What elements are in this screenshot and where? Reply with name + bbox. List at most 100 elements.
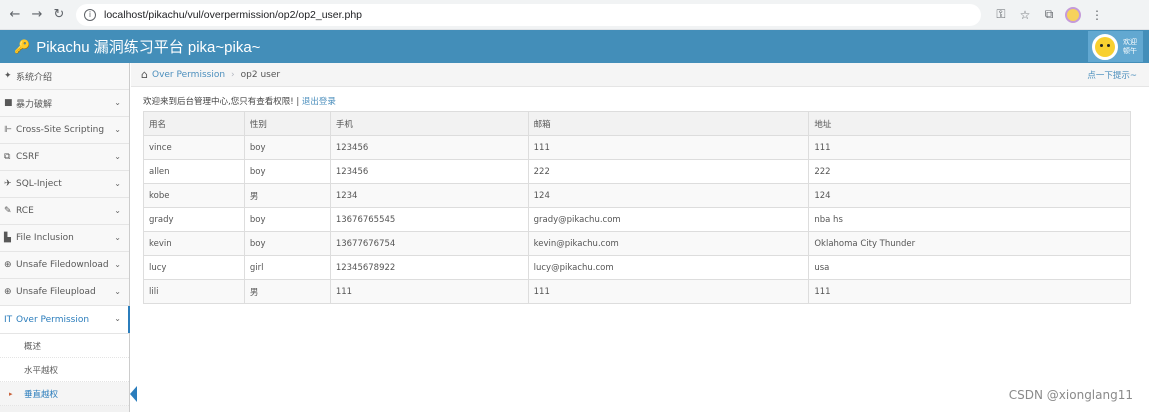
sidebar-item-file-inclusion[interactable]: ▙ File Inclusion ⌄ [0,225,129,252]
plane-icon: ✈ [4,179,12,189]
column-header: 邮箱 [527,111,810,136]
profile-avatar[interactable] [1061,4,1085,26]
chevron-down-icon: ⌄ [114,206,121,215]
user-table: 用名 性别 手机 邮箱 地址 vince boy 123456 111 111 allen boy 1… [143,111,1131,304]
chevron-down-icon: ⌄ [114,98,121,107]
table-cell: usa [808,255,1131,280]
table-cell: 111 [527,135,810,160]
download-icon: ⊕ [4,260,12,270]
caret-right-icon: ▸ [9,389,13,398]
breadcrumb-parent-link[interactable]: Over Permission [152,70,225,80]
sidebar-item-xss[interactable]: ⊩ Cross-Site Scripting ⌄ [0,117,129,144]
table-row: allen boy 123456 222 222 [143,159,1131,184]
table-cell: lucy@pikachu.com [527,255,810,280]
table-cell: grady [143,207,245,232]
upload-icon: ⊕ [4,287,12,297]
table-row: lili 男 111 111 111 [143,279,1131,304]
text-height-icon: IT [4,314,13,325]
table-cell: 男 [243,279,331,304]
table-cell: 男 [243,183,331,208]
sidebar-item-filedownload[interactable]: ⊕ Unsafe Filedownload ⌄ [0,252,129,279]
table-cell: Oklahoma City Thunder [808,231,1131,256]
xss-icon: ⊩ [4,125,12,135]
table-cell: kevin@pikachu.com [527,231,810,256]
table-cell: 111 [329,279,529,304]
reload-icon[interactable]: ↻ [48,4,70,26]
watermark: CSDN @xionglang11 [1008,388,1133,402]
table-cell: 13676765545 [329,207,529,232]
column-header: 地址 [808,111,1131,136]
sidebar-subitem-horizontal[interactable]: 水平越权 [0,358,129,382]
table-cell: 111 [527,279,810,304]
menu-icon[interactable]: ⋮ [1085,4,1109,26]
logout-link[interactable]: 退出登录 [302,97,336,107]
sidebar-item-bruteforce[interactable]: ■ 暴力破解 ⌄ [0,90,129,117]
table-header-row: 用名 性别 手机 邮箱 地址 [143,111,1131,136]
table-cell: kevin [143,231,245,256]
welcome-message: 欢迎来到后台管理中心,您只有查看权限! | 退出登录 [143,97,336,107]
home-icon[interactable]: ⌂ [141,68,148,81]
app-header: 🔑 Pikachu 漏洞练习平台 pika~pika~ 欢迎 顿午 [0,30,1149,63]
table-cell: kobe [143,183,245,208]
tags-icon: ✦ [4,71,12,81]
sidebar: ✦ 系统介绍 ■ 暴力破解 ⌄ ⊩ Cross-Site Scripting ⌄… [0,63,137,412]
table-row: kobe 男 1234 124 124 [143,183,1131,208]
back-icon[interactable]: ← [4,4,26,26]
table-cell: lucy [143,255,245,280]
column-header: 手机 [329,111,529,136]
brand[interactable]: 🔑 Pikachu 漏洞练习平台 pika~pika~ [14,36,260,57]
key-icon: 🔑 [14,38,31,54]
table-cell: girl [243,255,331,280]
table-cell: 123456 [329,159,529,184]
forward-icon[interactable]: → [26,4,48,26]
chevron-down-icon: ⌄ [114,179,121,188]
lock-icon: ■ [4,98,13,108]
table-cell: 111 [808,135,1131,160]
chevron-down-icon: ⌄ [114,125,121,134]
chevron-down-icon: ⌄ [114,314,121,323]
table-row: grady boy 13676765545 grady@pikachu.com nba … [143,207,1131,232]
table-cell: 124 [808,183,1131,208]
table-cell: 13677676754 [329,231,529,256]
chevron-down-icon: ⌄ [114,287,121,296]
main-content: 欢迎来到后台管理中心,您只有查看权限! | 退出登录 用名 性别 手机 邮箱 地址 vi… [143,87,1133,304]
table-cell: 12345678922 [329,255,529,280]
table-cell: 222 [527,159,810,184]
sidebar-item-intro[interactable]: ✦ 系统介绍 [0,63,129,90]
column-header: 性别 [243,111,331,136]
sidebar-item-csrf[interactable]: ⧉ CSRF ⌄ [0,144,129,171]
hint-link[interactable]: 点一下提示~ [1087,69,1137,81]
table-row: lucy girl 12345678922 lucy@pikachu.com usa [143,255,1131,280]
sidebar-submenu: 概述 水平越权 ▸ 垂直越权 [0,334,137,406]
table-cell: boy [243,207,331,232]
app-title: Pikachu 漏洞练习平台 pika~pika~ [36,39,261,56]
address-bar[interactable]: i localhost/pikachu/vul/overpermission/o… [76,3,981,26]
extensions-icon[interactable]: ⧉ [1037,4,1061,26]
sidebar-item-over-permission[interactable]: IT Over Permission ⌄ [0,306,130,334]
table-row: vince boy 123456 111 111 [143,135,1131,160]
table-cell: 1234 [329,183,529,208]
url-text[interactable]: localhost/pikachu/vul/overpermission/op2… [104,9,362,21]
sidebar-item-fileupload[interactable]: ⊕ Unsafe Fileupload ⌄ [0,279,129,306]
key-icon[interactable]: ⚿ [989,4,1013,26]
sidebar-item-rce[interactable]: ✎ RCE ⌄ [0,198,129,225]
pencil-icon: ✎ [4,206,12,216]
file-icon: ▙ [4,233,11,243]
table-cell: vince [143,135,245,160]
avatar [1092,33,1118,60]
table-cell: boy [243,135,331,160]
table-cell: 124 [527,183,810,208]
table-cell: lili [143,279,245,304]
welcome-text: 欢迎 顿午 [1123,37,1137,55]
site-info-icon[interactable]: i [84,8,96,21]
breadcrumb-separator: › [231,69,235,80]
table-cell: 111 [808,279,1131,304]
sidebar-subitem-overview[interactable]: 概述 [0,334,129,358]
breadcrumb-current: op2 user [240,69,281,80]
star-icon[interactable]: ☆ [1013,4,1037,26]
table-row: kevin boy 13677676754 kevin@pikachu.com Okla… [143,231,1131,256]
user-menu[interactable]: 欢迎 顿午 [1088,31,1143,62]
table-cell: boy [243,231,331,256]
sidebar-item-sqli[interactable]: ✈ SQL-Inject ⌄ [0,171,129,198]
sidebar-subitem-vertical[interactable]: ▸ 垂直越权 [0,382,137,406]
